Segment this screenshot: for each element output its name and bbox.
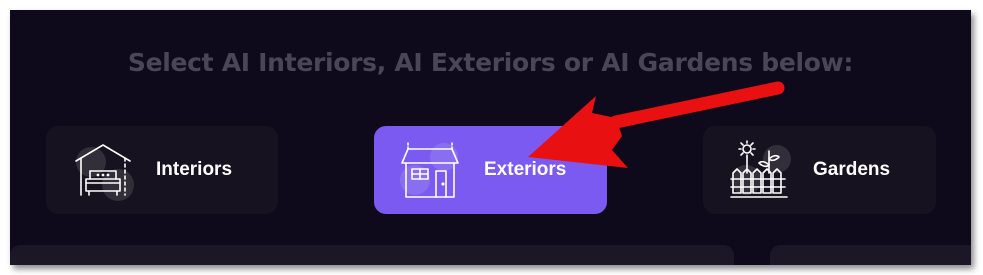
flower-fence-icon — [729, 139, 791, 201]
gardens-label: Gardens — [813, 159, 891, 180]
page-heading: Select AI Interiors, AI Exteriors or AI … — [127, 48, 854, 77]
interiors-option-card[interactable]: Interiors — [46, 126, 278, 214]
app-frame: Select AI Interiors, AI Exteriors or AI … — [10, 10, 971, 265]
exteriors-option-card[interactable]: Exteriors — [374, 126, 607, 214]
armchair-house-icon — [72, 139, 134, 201]
exteriors-label: Exteriors — [484, 159, 567, 180]
gardens-option-card[interactable]: Gardens — [703, 126, 936, 214]
content-panel-right — [770, 245, 971, 265]
interiors-label: Interiors — [156, 159, 233, 180]
content-panel-left — [10, 245, 734, 265]
house-icon — [400, 139, 462, 201]
